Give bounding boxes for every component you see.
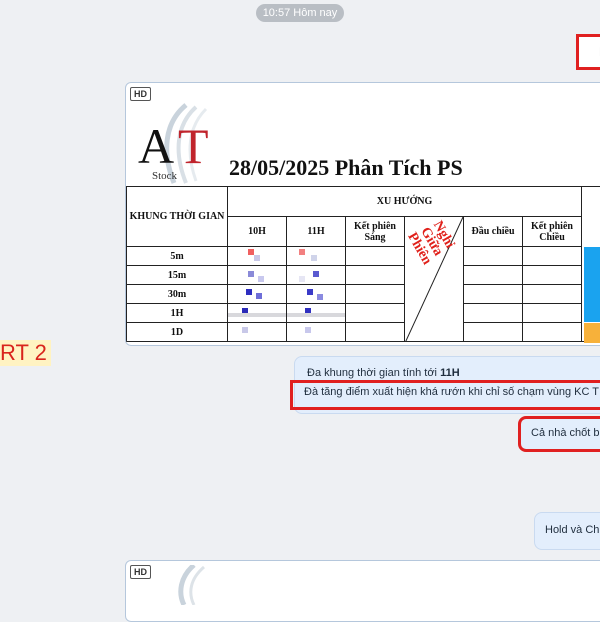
analysis-table: KHUNG THỜI GIAN XU HƯỚNG T 10H 11H Kết p… (126, 186, 600, 342)
side-label: RT 2 (0, 340, 51, 366)
cell-10h (228, 323, 287, 342)
hd-badge: HD (130, 87, 151, 101)
cell-11h (287, 247, 346, 266)
cell-11h (287, 323, 346, 342)
hd-badge: HD (130, 565, 151, 579)
cell-11h (287, 304, 346, 323)
status-cell-orange (584, 323, 600, 343)
svg-text:Stock: Stock (152, 170, 178, 182)
cell-afternoon-open (464, 304, 523, 323)
cell-morning-close (346, 304, 405, 323)
cell-10h (228, 247, 287, 266)
cell-10h (228, 266, 287, 285)
cell-afternoon-close (523, 247, 582, 266)
shared-image[interactable]: HD A T Stock 28/05/2025 Phân Tích PS KHU… (125, 82, 600, 346)
header-morning-close: Kết phiên Sáng (346, 217, 405, 247)
cell-11h (287, 285, 346, 304)
cell-morning-close (346, 266, 405, 285)
header-trend: XU HƯỚNG (228, 187, 582, 217)
shared-image-2[interactable]: HD (125, 560, 600, 622)
at-stock-logo: A T Stock (134, 103, 224, 187)
status-cell-blue (584, 247, 600, 322)
message-line-2: Đà tăng điểm xuất hiện khá rướn khi chỉ … (304, 386, 599, 398)
row-label: 1H (127, 304, 228, 323)
cell-morning-close (346, 323, 405, 342)
header-afternoon-close: Kết phiên Chiều (523, 217, 582, 247)
cell-afternoon-open (464, 266, 523, 285)
message-line-1-bold: 11H (440, 367, 460, 379)
message-text: Hold và Ch (545, 524, 599, 536)
cell-afternoon-open (464, 247, 523, 266)
message-line-1-prefix: Đa khung thời gian tính tới (307, 367, 440, 379)
message-line-1: Đa khung thời gian tính tới 11H (307, 367, 460, 379)
header-timeframe: KHUNG THỜI GIAN (127, 187, 228, 247)
cell-morning-close (346, 247, 405, 266)
header-11h: 11H (287, 217, 346, 247)
cell-afternoon-close (523, 323, 582, 342)
row-label: 15m (127, 266, 228, 285)
message-text: Cả nhà chốt b (531, 427, 600, 439)
cell-11h (287, 266, 346, 285)
header-afternoon-open: Đầu chiều (464, 217, 523, 247)
cell-10h (228, 285, 287, 304)
cell-afternoon-open (464, 323, 523, 342)
header-10h: 10H (228, 217, 287, 247)
cell-afternoon-close (523, 304, 582, 323)
document-title: 28/05/2025 Phân Tích PS (229, 155, 463, 181)
at-stock-logo-partial (150, 565, 220, 605)
svg-text:A: A (138, 118, 174, 174)
midday-break-cell: Nghỉ Giữa Phiên (405, 217, 464, 342)
cell-morning-close (346, 285, 405, 304)
message-bubble-close[interactable]: Cả nhà chốt b (518, 416, 600, 452)
svg-text:T: T (178, 118, 209, 174)
cell-10h (228, 304, 287, 323)
timestamp-pill: 10:57 Hôm nay (256, 4, 344, 22)
message-bubble-top[interactable]: E (576, 34, 600, 70)
row-label: 30m (127, 285, 228, 304)
message-bubble-hold[interactable]: Hold và Ch (534, 512, 600, 550)
row-label: 5m (127, 247, 228, 266)
cell-afternoon-open (464, 285, 523, 304)
row-label: 1D (127, 323, 228, 342)
cell-afternoon-close (523, 266, 582, 285)
cell-afternoon-close (523, 285, 582, 304)
